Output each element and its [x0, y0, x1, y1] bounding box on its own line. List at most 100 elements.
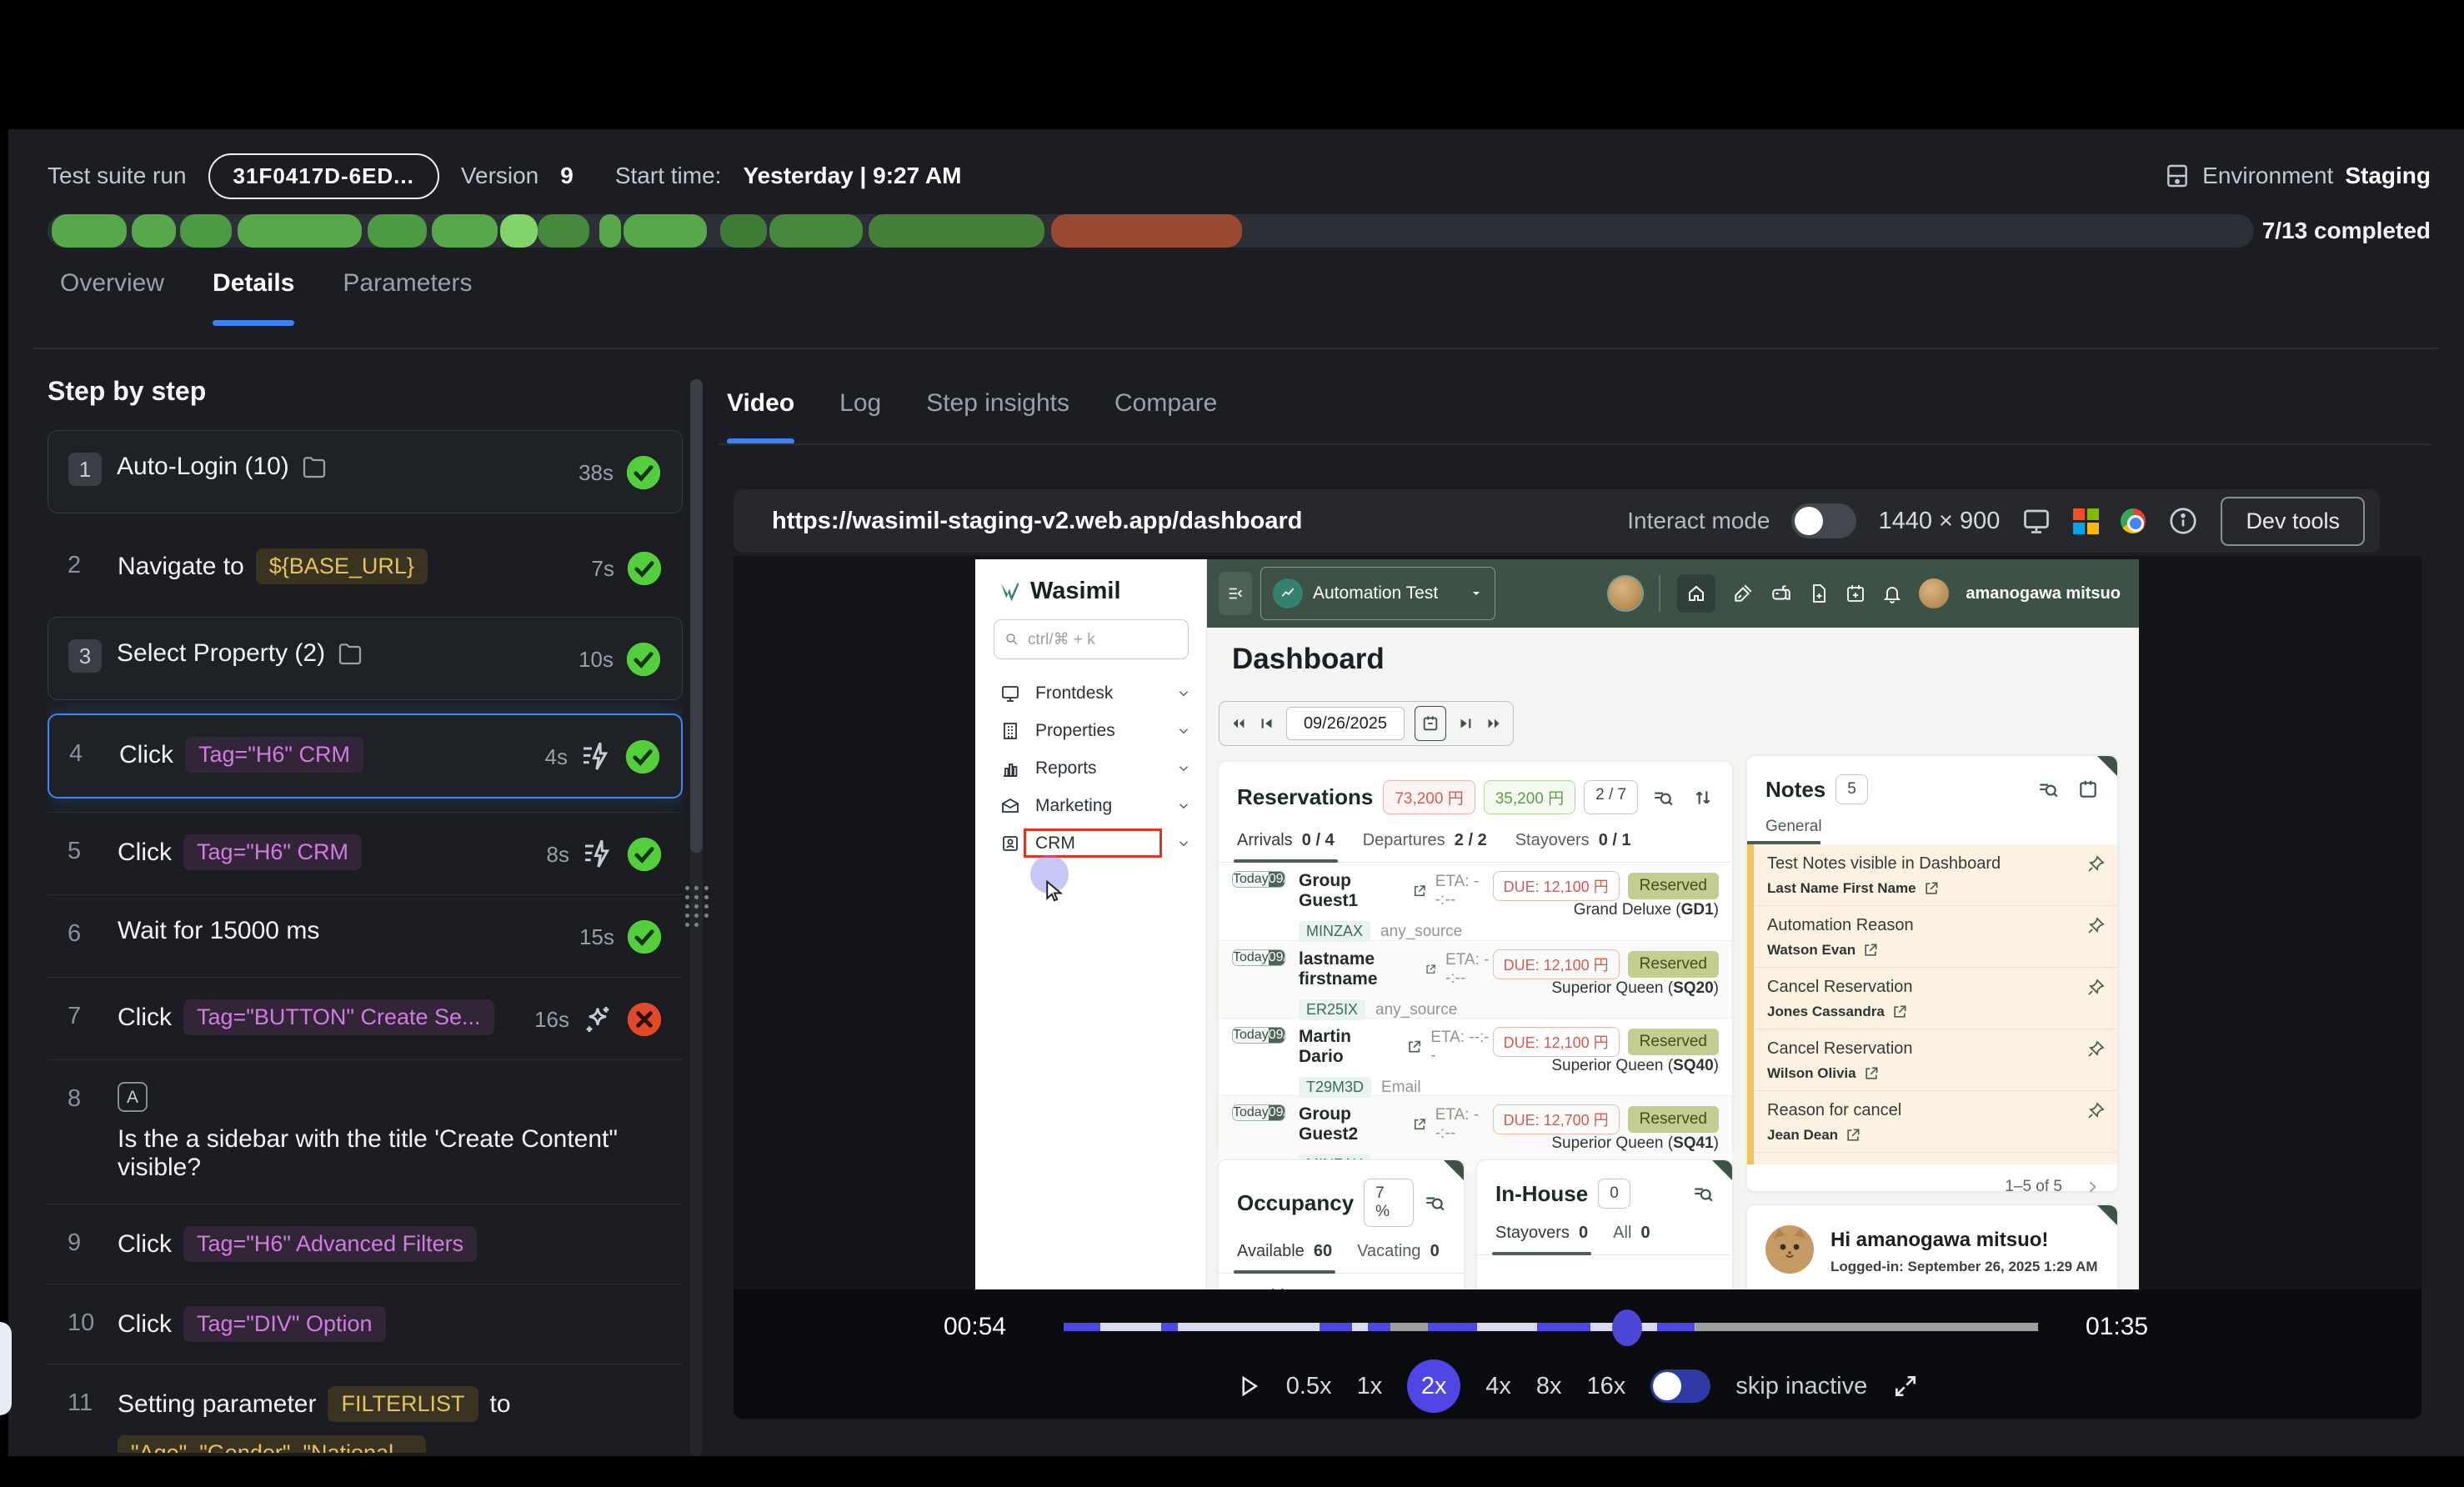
interact-mode-toggle[interactable] — [1791, 503, 1856, 538]
sort-icon[interactable] — [1692, 787, 1714, 809]
progress-segment[interactable] — [368, 214, 427, 248]
reservations-tab-arrivals[interactable]: Arrivals 0 / 4 — [1237, 831, 1335, 862]
property-selector[interactable]: Automation Test — [1260, 567, 1495, 620]
external-link-icon[interactable] — [1845, 1127, 1861, 1144]
reservation-row[interactable]: Today09/27Group Guest1ETA: --:--MINZAXan… — [1219, 863, 1732, 940]
progress-segment[interactable] — [432, 214, 498, 248]
note-author[interactable]: Watson Evan — [1767, 942, 2104, 959]
external-link-icon[interactable] — [1406, 1039, 1422, 1055]
speed-option-4x[interactable]: 4x — [1485, 1373, 1511, 1400]
chrome-icon[interactable] — [2121, 508, 2146, 533]
fullscreen-icon[interactable] — [1892, 1373, 1919, 1399]
pin-icon[interactable] — [2086, 1101, 2106, 1121]
parameter-badge[interactable]: ${BASE_URL} — [256, 548, 428, 584]
reservations-tab-stayovers[interactable]: Stayovers 0 / 1 — [1515, 831, 1631, 862]
progress-segment[interactable] — [869, 214, 1045, 248]
parameter-badge[interactable]: "Age", "Gender", "National... — [118, 1435, 426, 1453]
external-link-icon[interactable] — [1923, 880, 1940, 897]
note-author[interactable]: Jean Dean — [1767, 1127, 2104, 1144]
next-day-icon[interactable] — [1456, 714, 1475, 733]
external-link-icon[interactable] — [1862, 942, 1879, 959]
sidebar-item-frontdesk[interactable]: Frontdesk — [975, 674, 1206, 712]
guest-name[interactable]: Group Guest1 — [1299, 871, 1404, 911]
in-house-tab-stayovers[interactable]: Stayovers 0 — [1495, 1224, 1588, 1254]
speed-option-8x[interactable]: 8x — [1536, 1373, 1562, 1400]
player-seek-bar[interactable] — [1064, 1323, 2038, 1331]
step-item-5[interactable]: 5ClickTag="H6" CRM8s — [48, 812, 683, 894]
in-house-tab-all[interactable]: All 0 — [1613, 1224, 1650, 1254]
note-author[interactable]: Jones Cassandra — [1767, 1004, 2104, 1020]
prev-day-icon[interactable] — [1258, 714, 1276, 733]
note-author[interactable]: Wilson Olivia — [1767, 1065, 2104, 1082]
player-playhead[interactable] — [1612, 1309, 1642, 1346]
windows-icon[interactable] — [2073, 508, 2099, 534]
step-item-1[interactable]: 1Auto-Login (10)38s — [48, 430, 683, 513]
step-item-10[interactable]: 10ClickTag="DIV" Option — [48, 1284, 683, 1364]
sidebar-item-marketing[interactable]: Marketing — [975, 787, 1206, 824]
parameter-badge[interactable]: FILTERLIST — [328, 1386, 478, 1422]
guest-name[interactable]: Group Guest2 — [1299, 1104, 1404, 1144]
left-edge-scroll-indicator[interactable] — [0, 1322, 12, 1415]
property-thumb-avatar[interactable] — [1609, 577, 1642, 610]
filter-search-icon[interactable] — [1692, 1183, 1714, 1204]
steps-scrollbar-thumb[interactable] — [690, 379, 703, 853]
date-field[interactable]: 09/26/2025 — [1286, 707, 1405, 740]
sidebar-item-crm[interactable]: CRM — [975, 824, 1206, 862]
reservation-row[interactable]: Today09/27Martin DarioETA: --:--T29M3DEm… — [1219, 1018, 1732, 1095]
occupancy-tab-available[interactable]: Available 60 — [1237, 1242, 1332, 1273]
home-icon[interactable] — [1677, 574, 1715, 613]
dashboard-search-input[interactable]: ctrl/⌘ + k — [994, 619, 1189, 659]
run-id-pill[interactable]: 31F0417D-6ED... — [208, 153, 439, 199]
progress-segment[interactable] — [500, 214, 538, 248]
step-item-8[interactable]: 8AIs the a sidebar with the title 'Creat… — [48, 1059, 683, 1204]
progress-segment[interactable] — [624, 214, 708, 248]
mailbox-icon[interactable] — [1770, 583, 1792, 604]
reservation-row[interactable]: Today09/27lastname firstnameETA: --:--ER… — [1219, 940, 1732, 1018]
note-item[interactable]: Automation ReasonWatson Evan — [1754, 906, 2117, 968]
sidebar-item-reports[interactable]: Reports — [975, 749, 1206, 787]
step-item-2[interactable]: 2Navigate to${BASE_URL}7s — [48, 527, 683, 608]
video-stage[interactable]: Wasimil ctrl/⌘ + k FrontdeskPropertiesRe… — [734, 556, 2421, 1289]
progress-segment[interactable] — [720, 214, 767, 248]
viewer-tab-video[interactable]: Video — [727, 389, 794, 444]
speed-option-2x[interactable]: 2x — [1407, 1359, 1460, 1413]
run-tab-overview[interactable]: Overview — [60, 269, 164, 326]
info-icon[interactable] — [2167, 505, 2199, 537]
progress-segment[interactable] — [180, 214, 232, 248]
monitor-icon[interactable] — [2021, 506, 2051, 536]
note-item[interactable]: Reason for cancelJean Dean — [1754, 1091, 2117, 1153]
viewer-tab-step-insights[interactable]: Step insights — [926, 389, 1069, 444]
note-author[interactable]: Last Name First Name — [1767, 880, 2104, 897]
housekeeping-icon[interactable] — [1732, 583, 1754, 604]
run-progress-bar[interactable] — [48, 214, 2254, 248]
user-avatar[interactable] — [1919, 578, 1949, 608]
pin-icon[interactable] — [2086, 978, 2106, 998]
occupancy-tab-vacating[interactable]: Vacating 0 — [1357, 1242, 1440, 1273]
viewer-tab-compare[interactable]: Compare — [1114, 389, 1217, 444]
filter-search-icon[interactable] — [1424, 1192, 1445, 1214]
sidebar-collapse-button[interactable] — [1219, 572, 1252, 615]
play-icon[interactable] — [1236, 1372, 1261, 1400]
selector-badge[interactable]: Tag="DIV" Option — [183, 1306, 386, 1342]
external-link-icon[interactable] — [1425, 961, 1437, 978]
step-item-11[interactable]: 11Setting parameterFILTERLISTto"Age", "G… — [48, 1364, 683, 1453]
progress-segment[interactable] — [538, 214, 589, 248]
selector-badge[interactable]: Tag="BUTTON" Create Se... — [183, 999, 494, 1035]
pin-icon[interactable] — [2086, 854, 2106, 874]
guest-name[interactable]: lastname firstname — [1299, 949, 1416, 989]
dev-tools-button[interactable]: Dev tools — [2221, 497, 2365, 546]
progress-segment[interactable] — [1051, 214, 1242, 248]
pin-icon[interactable] — [2086, 1039, 2106, 1059]
speed-option-1x[interactable]: 1x — [1357, 1373, 1383, 1400]
viewer-tab-log[interactable]: Log — [839, 389, 881, 444]
calendar-plus-icon[interactable] — [1845, 583, 1866, 603]
file-plus-icon[interactable] — [1809, 583, 1829, 603]
progress-segment[interactable] — [599, 214, 621, 248]
step-item-7[interactable]: 7ClickTag="BUTTON" Create Se...16s — [48, 977, 683, 1059]
external-link-icon[interactable] — [1863, 1065, 1880, 1082]
note-item[interactable]: Cancel ReservationJones Cassandra — [1754, 968, 2117, 1029]
external-link-icon[interactable] — [1891, 1004, 1908, 1020]
guest-name[interactable]: Martin Dario — [1299, 1027, 1398, 1067]
calendar-button[interactable] — [1415, 706, 1446, 741]
bell-icon[interactable] — [1882, 583, 1902, 603]
